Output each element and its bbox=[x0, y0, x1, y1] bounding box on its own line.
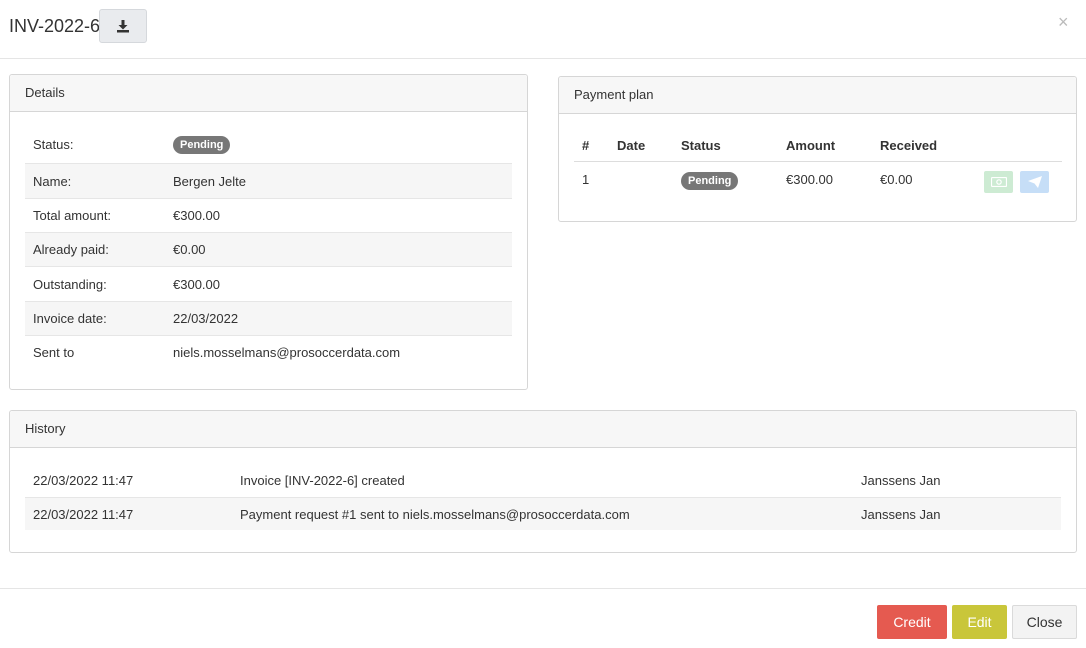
history-panel: History 22/03/2022 11:47 Invoice [INV-20… bbox=[9, 410, 1077, 553]
column-header-amount: Amount bbox=[786, 138, 836, 153]
detail-value: €300.00 bbox=[173, 277, 220, 292]
history-description: Payment request #1 sent to niels.mosselm… bbox=[240, 507, 630, 522]
history-date: 22/03/2022 11:47 bbox=[33, 473, 134, 488]
details-row-invoice-date: Invoice date: 22/03/2022 bbox=[25, 301, 512, 335]
details-row-paid: Already paid: €0.00 bbox=[25, 232, 512, 266]
column-header-date: Date bbox=[617, 138, 646, 153]
close-icon[interactable]: × bbox=[1058, 13, 1069, 31]
details-panel: Details Status: Pending Name: Bergen Jel… bbox=[9, 74, 528, 390]
edit-button[interactable]: Edit bbox=[952, 605, 1007, 639]
column-header-received: Received bbox=[880, 138, 938, 153]
payment-number: 1 bbox=[582, 172, 590, 187]
download-icon bbox=[117, 20, 129, 33]
money-icon bbox=[990, 177, 1007, 187]
detail-label: Already paid: bbox=[33, 242, 109, 257]
history-description: Invoice [INV-2022-6] created bbox=[240, 473, 405, 488]
detail-value: niels.mosselmans@prosoccerdata.com bbox=[173, 345, 401, 360]
history-date: 22/03/2022 11:47 bbox=[33, 507, 134, 522]
detail-value: 22/03/2022 bbox=[173, 311, 239, 326]
detail-value: Bergen Jelte bbox=[173, 174, 246, 189]
details-panel-title: Details bbox=[10, 75, 527, 112]
history-row: 22/03/2022 11:47 Payment request #1 sent… bbox=[25, 497, 1061, 530]
details-row-outstanding: Outstanding: €300.00 bbox=[25, 266, 512, 301]
table-divider bbox=[574, 161, 1062, 162]
detail-label: Status: bbox=[33, 137, 74, 152]
detail-label: Total amount: bbox=[33, 208, 112, 223]
payment-amount: €300.00 bbox=[786, 172, 833, 187]
status-badge: Pending bbox=[173, 136, 231, 154]
details-row-total: Total amount: €300.00 bbox=[25, 198, 512, 232]
detail-label: Invoice date: bbox=[33, 311, 107, 326]
detail-label: Name: bbox=[33, 174, 72, 189]
paper-plane-icon bbox=[1027, 176, 1042, 188]
payment-received: €0.00 bbox=[880, 172, 913, 187]
history-user: Janssens Jan bbox=[861, 507, 941, 522]
history-row: 22/03/2022 11:47 Invoice [INV-2022-6] cr… bbox=[25, 463, 1061, 498]
column-header-status: Status bbox=[681, 138, 721, 153]
details-row-sent-to: Sent to niels.mosselmans@prosoccerdata.c… bbox=[25, 335, 512, 369]
details-row-status: Status: Pending bbox=[25, 127, 512, 163]
send-payment-request-button[interactable] bbox=[1020, 171, 1049, 193]
history-user: Janssens Jan bbox=[861, 473, 941, 488]
detail-value: €300.00 bbox=[173, 208, 220, 223]
status-badge: Pending bbox=[681, 172, 739, 190]
invoice-title: INV-2022-6 bbox=[9, 16, 101, 36]
detail-label: Sent to bbox=[33, 345, 75, 360]
detail-value: €0.00 bbox=[173, 242, 206, 257]
column-header-number: # bbox=[582, 138, 590, 153]
details-row-name: Name: Bergen Jelte bbox=[25, 163, 512, 198]
download-button[interactable] bbox=[99, 9, 147, 43]
close-button[interactable]: Close bbox=[1012, 605, 1077, 639]
detail-label: Outstanding: bbox=[33, 277, 107, 292]
payment-plan-panel-title: Payment plan bbox=[559, 77, 1076, 114]
credit-button[interactable]: Credit bbox=[877, 605, 947, 639]
payment-plan-panel: Payment plan # Date Status Amount Receiv… bbox=[558, 76, 1077, 222]
modal-header: INV-2022-6 × bbox=[0, 0, 1086, 59]
modal-footer: Credit Edit Close bbox=[0, 588, 1086, 648]
register-payment-button[interactable] bbox=[984, 171, 1013, 193]
history-panel-title: History bbox=[10, 411, 1076, 448]
